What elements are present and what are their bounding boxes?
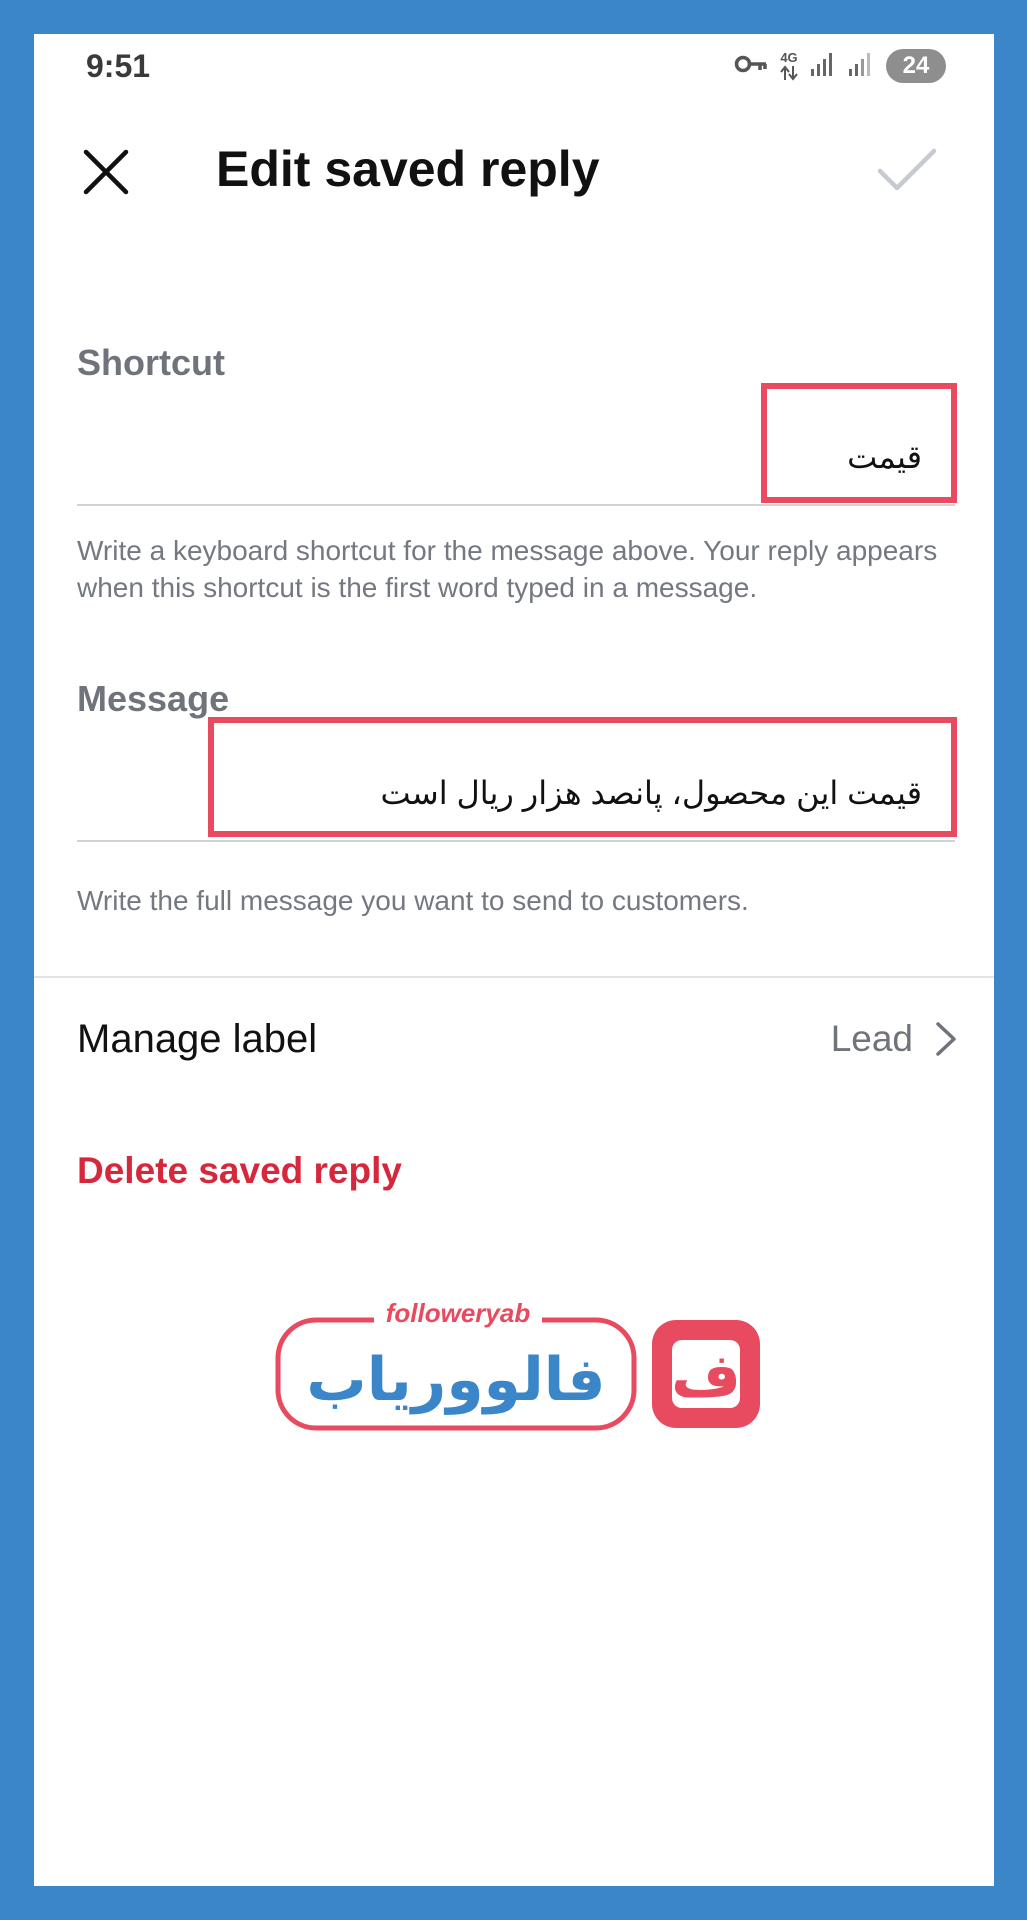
phone-screen: 9:51 4G 24 Edit saved reply Shortcut قیم… [34,34,994,1886]
chevron-right-icon [936,1022,956,1056]
manage-label-row[interactable]: Manage label Lead [77,1004,957,1074]
network-type-label: 4G [780,50,798,65]
confirm-button[interactable] [872,140,942,200]
network-indicator: 4G [780,51,798,81]
close-icon [83,149,129,195]
status-bar: 9:51 4G 24 [34,34,994,96]
manage-label-value-group: Lead [831,1018,957,1060]
message-underline [77,840,955,842]
followeryab-logo: followeryab فالووریاب ف [275,1296,760,1431]
message-label: Message [77,678,230,719]
logo-icon-letter: ف [671,1341,741,1411]
section-divider [34,976,994,978]
shortcut-helper-text: Write a keyboard shortcut for the messag… [77,535,938,603]
shortcut-underline [77,504,955,506]
manage-label-title: Manage label [77,1016,318,1061]
status-icons: 4G 24 [734,46,946,86]
status-time: 9:51 [86,48,151,84]
signal-icon [810,51,836,82]
manage-label-value: Lead [830,1018,913,1059]
logo-persian-text: فالووریاب [306,1345,605,1415]
vpn-key-icon [734,53,768,80]
signal-icon [848,51,874,82]
page-title: Edit saved reply [216,141,600,197]
shortcut-label: Shortcut [77,342,225,383]
network-arrows-icon [780,65,798,81]
check-icon [877,148,937,191]
shortcut-highlight-box [761,383,957,503]
message-helper-text: Write the full message you want to send … [77,885,749,916]
battery-indicator: 24 [886,49,946,83]
logo-latin-text: followeryab [386,1298,531,1328]
delete-saved-reply-button[interactable]: Delete saved reply [77,1150,402,1192]
message-highlight-box [208,717,957,837]
close-button[interactable] [76,142,136,202]
